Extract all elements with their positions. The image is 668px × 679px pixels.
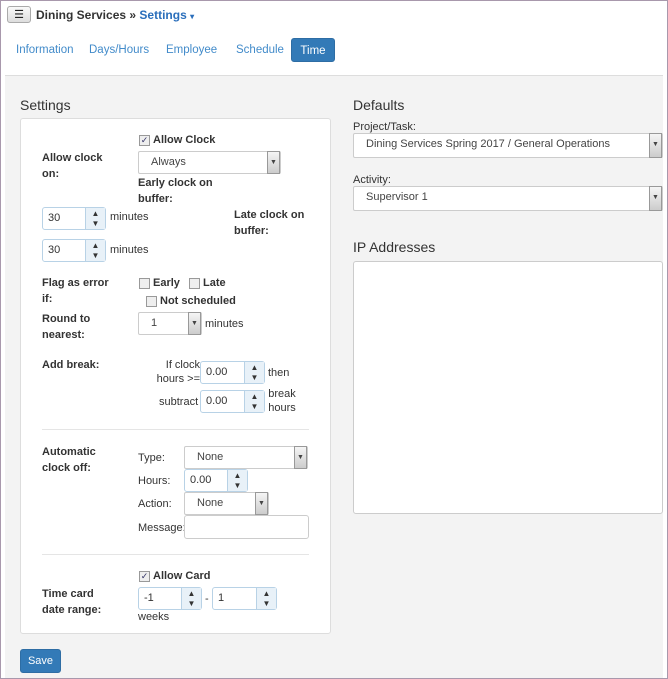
subtract-label: subtract <box>159 396 199 408</box>
defaults-heading: Defaults <box>353 97 405 113</box>
caret-down-icon: ▼ <box>649 186 662 211</box>
settings-dropdown[interactable]: Settings ▾ <box>139 8 194 22</box>
caret-down-icon: ▼ <box>255 492 268 515</box>
allow-clock-on-select[interactable]: Always ▼ <box>138 151 281 174</box>
flag-early-label: Early <box>153 277 180 289</box>
breadcrumb-org: Dining Services <box>36 8 127 22</box>
range-from-input[interactable]: -1 ▲ ▼ <box>138 587 202 610</box>
breadcrumb: Dining Services » Settings ▾ <box>36 8 194 22</box>
subtract-input[interactable]: 0.00 ▲ ▼ <box>200 390 265 413</box>
range-to-input[interactable]: 1 ▲ ▼ <box>212 587 277 610</box>
ip-addresses-heading: IP Addresses <box>353 239 436 255</box>
minutes-label: minutes <box>205 318 244 330</box>
caret-down-icon: ▼ <box>649 133 662 158</box>
message-input[interactable] <box>184 515 309 539</box>
tab-employee[interactable]: Employee <box>158 38 225 62</box>
minutes-label: minutes <box>110 244 149 256</box>
caret-down-icon: ▼ <box>294 446 307 469</box>
tab-time[interactable]: Time <box>291 38 335 62</box>
if-clock-hours-label: If clock hours >= <box>156 359 200 385</box>
spinner-icon[interactable]: ▲ ▼ <box>181 588 201 609</box>
action-select[interactable]: None ▼ <box>184 492 269 515</box>
flag-not-scheduled-checkbox[interactable] <box>146 296 157 307</box>
break-hours-label: break hours <box>268 388 296 414</box>
minutes-label: minutes <box>110 211 149 223</box>
allow-card-label: Allow Card <box>153 570 211 582</box>
type-select[interactable]: None ▼ <box>184 446 308 469</box>
tab-days-hours[interactable]: Days/Hours <box>81 38 157 62</box>
spinner-icon[interactable]: ▲ ▼ <box>256 588 276 609</box>
allow-clock-label: Allow Clock <box>153 134 216 146</box>
early-buffer-input[interactable]: 30 ▲ ▼ <box>42 207 106 230</box>
weeks-label: weeks <box>138 611 170 623</box>
caret-down-icon: ▼ <box>188 312 201 335</box>
allow-clock-checkbox[interactable]: ✓ <box>139 135 150 146</box>
early-buffer-label: Early clock on buffer: <box>138 177 213 205</box>
tab-schedule[interactable]: Schedule <box>228 38 292 62</box>
spinner-icon[interactable]: ▲ ▼ <box>85 240 105 261</box>
activity-select[interactable]: Supervisor 1 ▼ <box>353 186 663 211</box>
late-buffer-label: Late clock on buffer: <box>234 209 305 237</box>
hours-input[interactable]: 0.00 ▲ ▼ <box>184 469 248 492</box>
then-label: then <box>268 367 290 379</box>
breadcrumb-separator: » <box>129 8 137 22</box>
caret-down-icon: ▼ <box>267 151 280 174</box>
hamburger-icon: ☰ <box>14 9 24 21</box>
late-buffer-input[interactable]: 30 ▲ ▼ <box>42 239 106 262</box>
ip-addresses-textarea[interactable] <box>353 261 663 514</box>
divider <box>42 554 309 555</box>
flag-late-checkbox[interactable] <box>189 278 200 289</box>
round-select[interactable]: 1 ▼ <box>138 312 202 335</box>
spinner-icon[interactable]: ▲ ▼ <box>244 362 264 383</box>
hours-label: Hours: <box>138 475 171 487</box>
spinner-icon[interactable]: ▲ ▼ <box>244 391 264 412</box>
round-label: Round to nearest: <box>42 313 91 341</box>
action-label: Action: <box>138 498 172 510</box>
activity-label: Activity: <box>353 174 391 186</box>
date-range-label: Time card date range: <box>42 588 102 616</box>
allow-card-checkbox[interactable]: ✓ <box>139 571 150 582</box>
divider <box>42 429 309 430</box>
caret-down-icon: ▾ <box>190 12 195 21</box>
project-task-select[interactable]: Dining Services Spring 2017 / General Op… <box>353 133 663 158</box>
type-label: Type: <box>138 452 165 464</box>
menu-button[interactable]: ☰ <box>7 6 31 23</box>
break-threshold-input[interactable]: 0.00 ▲ ▼ <box>200 361 265 384</box>
flag-error-label: Flag as error if: <box>42 277 109 305</box>
flag-late-label: Late <box>203 277 226 289</box>
spinner-icon[interactable]: ▲ ▼ <box>85 208 105 229</box>
flag-early-checkbox[interactable] <box>139 278 150 289</box>
flag-not-scheduled-label: Not scheduled <box>160 295 236 307</box>
range-dash: - <box>205 593 209 605</box>
message-label: Message: <box>138 522 186 534</box>
settings-heading: Settings <box>20 97 71 113</box>
auto-clock-off-label: Automatic clock off: <box>42 446 96 474</box>
project-task-label: Project/Task: <box>353 121 416 133</box>
add-break-label: Add break: <box>42 359 100 371</box>
save-button[interactable]: Save <box>20 649 61 673</box>
allow-clock-on-label: Allow clock on: <box>42 152 103 180</box>
tab-information[interactable]: Information <box>8 38 82 62</box>
spinner-icon[interactable]: ▲ ▼ <box>227 470 247 491</box>
